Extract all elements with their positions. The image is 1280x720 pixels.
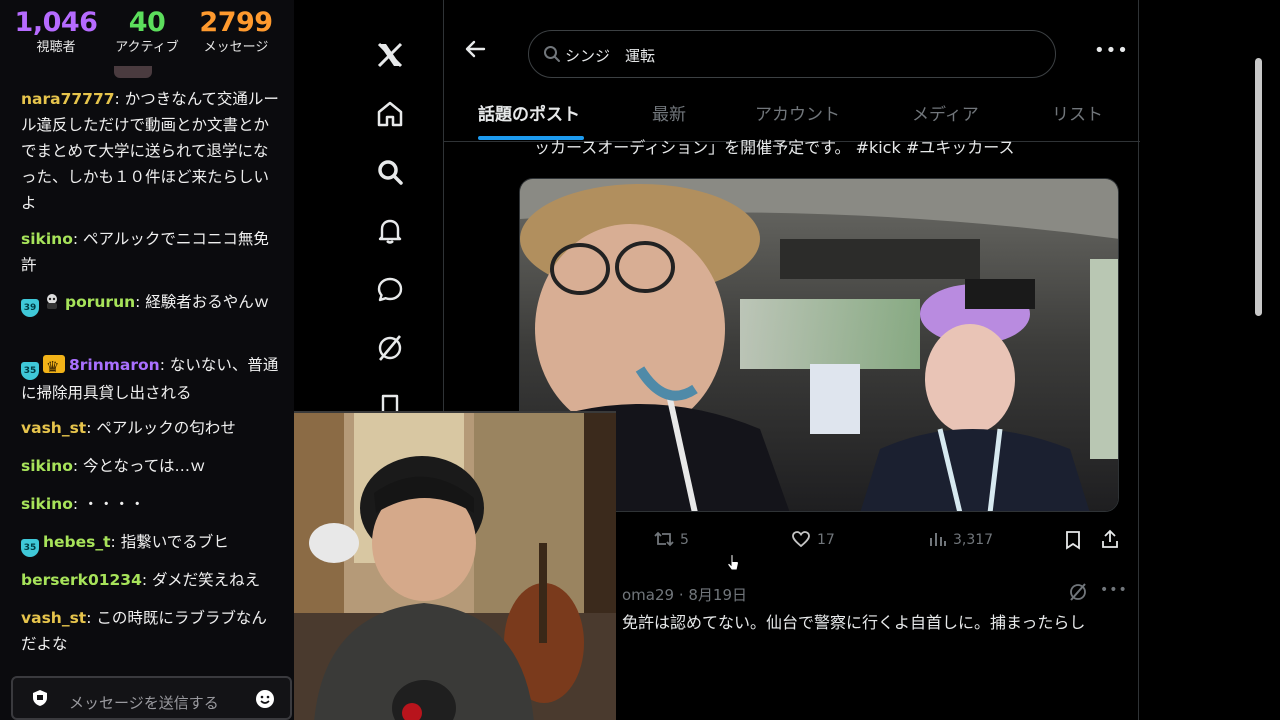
retweet-count: 5 [680,532,689,548]
x-logo-icon[interactable] [375,40,405,70]
search-box[interactable] [528,30,1056,78]
tab-accounts[interactable]: アカウント [755,100,840,125]
active-count-value: 40 [128,7,166,38]
streamer-webcam [294,411,616,720]
chat-message: sikino: 今となっては…ｗ [21,457,206,475]
more-options-icon[interactable]: ••• [1094,40,1129,61]
chat-text: かつきなんて交通ルール違反しただけで動画とか文書とかでまとめて大学に送られて退学… [21,90,279,212]
views-button[interactable]: 3,317 [929,530,993,548]
chat-message: 358rinmaron: ないない、普通に掃除用具貸し出される [21,352,279,406]
message-count-label: メッセージ [203,40,269,55]
grok-icon[interactable] [375,333,405,363]
chat-username[interactable]: sikino [21,457,73,475]
notifications-icon[interactable] [375,216,405,246]
chat-username[interactable]: vash_st [21,419,86,437]
chat-message: berserk01234: ダメだ笑えねえ [21,571,261,589]
chat-username[interactable]: porurun [65,293,135,311]
tab-media[interactable]: メディア [912,100,979,125]
search-icon[interactable] [375,157,405,187]
more-options-icon[interactable]: ••• [1100,582,1128,598]
chat-text: ・・・・ [83,495,146,513]
heart-icon [792,531,810,548]
chat-text: 経験者おるやんｗ [145,293,270,311]
subscriber-badge-icon: 39 [21,299,39,317]
like-button[interactable]: 17 [791,530,835,548]
chat-input-placeholder: メッセージを送信する [69,694,219,712]
tab-latest[interactable]: 最新 [652,100,686,125]
message-count-value: 2799 [199,7,273,38]
next-post-meta: oma29 · 8月19日 [622,586,748,604]
chat-username[interactable]: sikino [21,495,73,513]
subscriber-badge-icon: 35 [21,539,39,557]
chat-username[interactable]: vash_st [21,609,86,627]
bot-badge-icon [47,294,57,309]
next-post-text: 免許は認めてない。仙台で警察に行くよ自首しに。捕まったらし [622,613,1086,632]
bookmark-icon[interactable] [1064,530,1082,550]
webcam-image [294,413,616,720]
chat-text: ペアルックの匂わせ [96,419,236,437]
chat-message-input[interactable]: メッセージを送信する [11,676,292,720]
page-scrollbar[interactable] [1255,58,1262,316]
like-count: 17 [817,532,835,548]
chat-username[interactable]: nara77777 [21,90,115,108]
chat-username[interactable]: 8rinmaron [69,356,160,374]
viewer-count: 1,046 視聴者 [14,8,98,56]
tab-top[interactable]: 話題のポスト [478,100,580,125]
active-count-label: アクティブ [115,40,179,55]
crown-badge-icon [43,354,65,380]
chat-text: 指繋いでるブヒ [120,533,229,551]
mouse-cursor-icon [726,554,740,571]
chat-username[interactable]: berserk01234 [21,571,142,589]
active-count: 40 アクティブ [108,8,186,56]
search-input[interactable] [565,43,1035,67]
home-icon[interactable] [375,99,405,129]
chat-text: ダメだ笑えねえ [152,571,261,589]
shield-icon[interactable] [31,689,49,707]
message-count: 2799 メッセージ [194,8,278,56]
retweet-icon [654,531,674,547]
view-count: 3,317 [953,532,994,548]
retweet-button[interactable]: 5 [654,530,689,548]
chat-message: vash_st: ペアルックの匂わせ [21,419,236,437]
share-icon[interactable] [1100,529,1120,549]
post-text: ッカースオーディション」を開催予定です。 #kick #ユキッカース [534,138,1015,157]
chat-message: sikino: ・・・・ [21,495,146,513]
views-chart-icon [930,533,946,546]
search-icon [544,46,560,62]
chat-username[interactable]: hebes_t [43,533,111,551]
messages-icon[interactable] [375,275,405,305]
stream-chat-panel: 1,046 視聴者 40 アクティブ 2799 メッセージ nara77777:… [0,0,294,720]
stream-stats: 1,046 視聴者 40 アクティブ 2799 メッセージ [0,0,294,62]
chat-message: nara77777: かつきなんて交通ルール違反しただけで動画とか文書とかでまと… [21,90,279,212]
chat-text: 今となっては…ｗ [83,457,206,475]
subscriber-badge-icon: 35 [21,362,39,380]
chat-message: 39 porurun: 経験者おるやんｗ [21,289,279,317]
chat-message: vash_st: この時既にラブラブなんだよな [21,609,267,653]
tab-lists[interactable]: リスト [1052,100,1103,125]
emoji-icon[interactable] [255,689,275,709]
next-post-icons: ••• [1068,582,1128,604]
chat-message: 35 hebes_t: 指繋いでるブヒ [21,529,279,557]
chat-message: sikino: ペアルックでニコニコ無免許 [21,230,269,274]
viewer-count-value: 1,046 [14,7,98,38]
avatar [114,66,152,78]
chat-username[interactable]: sikino [21,230,73,248]
grok-icon[interactable] [1068,582,1088,602]
back-arrow-icon[interactable] [464,38,486,60]
viewer-count-label: 視聴者 [36,40,76,55]
